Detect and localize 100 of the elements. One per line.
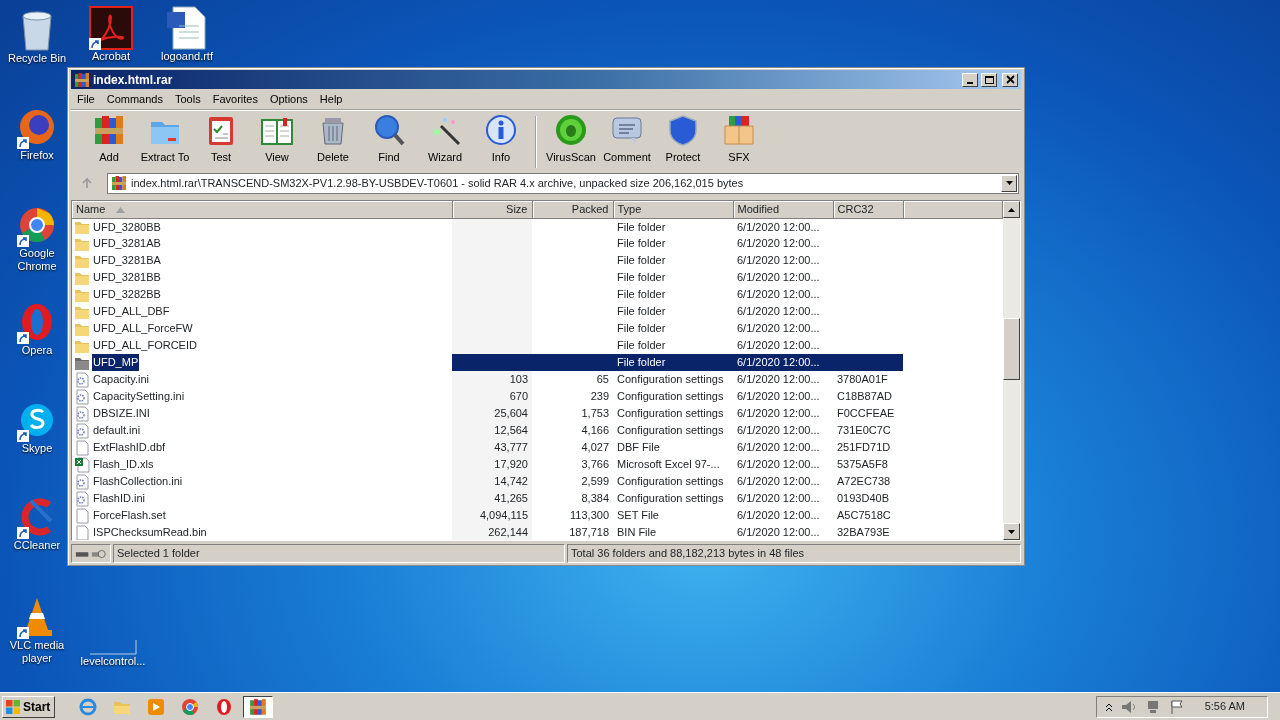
icon-label[interactable]: Skype <box>21 442 53 455</box>
drive-icon <box>75 548 107 559</box>
start-button[interactable]: Start <box>2 695 56 718</box>
icon-label[interactable]: VLC media player <box>4 639 70 665</box>
file-name[interactable]: UFD_ALL_ForceFW <box>92 320 194 337</box>
file-name[interactable]: UFD_ALL_FORCEID <box>92 337 198 354</box>
file-name[interactable]: ForceFlash.set <box>92 507 167 524</box>
pdf-icon <box>89 6 133 50</box>
toolbar-button[interactable]: Test <box>193 114 249 166</box>
table-cell: 32BA793E <box>837 526 890 539</box>
sort-icon <box>116 207 126 214</box>
table-cell: 12,564 <box>494 424 528 437</box>
table-cell: 6/1/2020 12:00... <box>737 492 820 505</box>
icon-label[interactable]: logoand.rtf <box>161 50 213 63</box>
table-cell: BIN File <box>617 526 657 539</box>
menu-item[interactable]: Tools <box>169 90 207 108</box>
maximize-button[interactable] <box>981 72 997 87</box>
file-name[interactable]: DBSIZE.INI <box>92 405 151 422</box>
menu-item[interactable]: Options <box>263 90 314 108</box>
file-name[interactable]: FlashID.ini <box>92 490 146 507</box>
column-header[interactable]: Size <box>452 201 532 218</box>
file-name[interactable]: CapacitySetting.ini <box>92 388 186 405</box>
file-name[interactable]: default.ini <box>92 422 142 439</box>
icon-label[interactable]: levelcontrol... <box>80 655 146 668</box>
toolbar-button[interactable]: Wizard <box>417 114 473 166</box>
icon-label[interactable]: Recycle Bin <box>7 52 67 65</box>
speaker-icon[interactable] <box>1120 699 1137 714</box>
minimize-button[interactable] <box>962 72 978 87</box>
archive-icon <box>111 175 127 191</box>
file-name[interactable]: FlashCollection.ini <box>92 473 184 490</box>
window-title: index.html.rar <box>93 71 174 89</box>
file-name[interactable]: ISPChecksumRead.bin <box>92 524 208 540</box>
toolbar-button[interactable]: Find <box>361 114 417 166</box>
dropdown-button[interactable] <box>1001 174 1017 192</box>
settings-file-icon <box>74 371 90 388</box>
table-cell: 6/1/2020 12:00... <box>737 271 820 284</box>
file-name[interactable]: UFD_3281AB <box>92 235 162 252</box>
toolbar-button[interactable]: Comment <box>599 114 655 166</box>
column-header[interactable]: Name <box>72 201 452 218</box>
taskbar-button[interactable] <box>243 695 274 718</box>
table-cell: Configuration settings <box>617 390 724 403</box>
toolbar-button[interactable]: Delete <box>305 114 361 166</box>
icon-label[interactable]: CCleaner <box>13 539 61 552</box>
column-header[interactable]: Packed <box>532 201 613 218</box>
speech-bubble-icon <box>611 114 643 146</box>
chevron-up-icon[interactable] <box>1104 701 1113 712</box>
toolbar-button[interactable]: Extract To <box>137 114 193 166</box>
file-name[interactable]: UFD_3281BA <box>92 252 162 269</box>
play-icon <box>147 697 166 716</box>
clock[interactable]: 5:56 AM <box>1204 698 1245 715</box>
settings-file-icon <box>74 405 90 422</box>
toolbar-button[interactable]: SFX <box>711 114 767 166</box>
file-name[interactable]: UFD_3281BB <box>92 269 162 286</box>
table-cell: File folder <box>617 237 666 250</box>
table-cell: 3780A01F <box>837 373 888 386</box>
table-cell: 6/1/2020 12:00... <box>737 526 820 539</box>
flag-icon[interactable] <box>1168 699 1185 714</box>
path-field[interactable]: index.html.rar\TRANSCEND-SM32X-PV1.2.98-BY-USBDEV-T0601 - solid RAR 4.x archive, unpacked size 206,162,015 bytes <box>107 172 1019 194</box>
table-cell: 4,094,115 <box>479 509 528 522</box>
table-cell: 6/1/2020 12:00... <box>737 458 820 471</box>
menu-item[interactable]: File <box>71 90 101 108</box>
column-header[interactable]: Modified <box>733 201 833 218</box>
file-name[interactable]: Flash_ID.xls <box>92 456 155 473</box>
toolbar-button[interactable]: Info <box>473 114 529 166</box>
table-cell: 262,144 <box>488 526 528 539</box>
toolbar-button[interactable]: VirusScan <box>543 114 599 166</box>
toolbar-button[interactable]: Add <box>81 114 137 166</box>
file-name[interactable]: UFD_3280BB <box>92 218 162 235</box>
menu-item[interactable]: Favorites <box>206 90 264 108</box>
toolbar-button[interactable]: View <box>249 114 305 166</box>
icon-label[interactable]: Acrobat <box>92 50 130 63</box>
column-header[interactable]: CRC32 <box>833 201 903 218</box>
icon-label[interactable]: Opera <box>21 344 53 357</box>
icon-label[interactable]: Google Chrome <box>4 247 70 273</box>
toolbar-button[interactable]: Protect <box>655 114 711 166</box>
table-cell: 41,265 <box>494 492 528 505</box>
table-cell: DBF File <box>617 441 660 454</box>
file-name[interactable]: Capacity.ini <box>92 371 151 388</box>
close-button[interactable] <box>1002 72 1018 87</box>
table-cell: 4,027 <box>581 441 609 454</box>
table-cell: File folder <box>617 254 666 267</box>
column-header[interactable]: Type <box>613 201 733 218</box>
file-name[interactable]: UFD_ALL_DBF <box>92 303 171 320</box>
table-cell: 14,742 <box>494 475 528 488</box>
icon-label[interactable]: Firefox <box>20 149 54 162</box>
file-name[interactable]: ExtFlashID.dbf <box>92 439 167 456</box>
file-name[interactable]: UFD_3282BB <box>92 286 162 303</box>
file-icon <box>74 507 90 524</box>
table-cell: 3,766 <box>581 458 609 471</box>
settings-file-icon <box>74 422 90 439</box>
scroll-down-button[interactable] <box>1003 523 1020 540</box>
table-cell: 6/1/2020 12:00... <box>737 288 820 301</box>
table-cell: 25,604 <box>494 407 528 420</box>
menu-item[interactable]: Commands <box>100 90 169 108</box>
menu-item[interactable]: Help <box>313 90 349 108</box>
table-cell: 6/1/2020 12:00... <box>737 322 820 335</box>
scrollbar-thumb[interactable] <box>1003 318 1020 380</box>
shield-icon <box>667 114 699 146</box>
file-name[interactable]: UFD_MP <box>92 354 140 371</box>
scroll-up-button[interactable] <box>1003 201 1020 218</box>
